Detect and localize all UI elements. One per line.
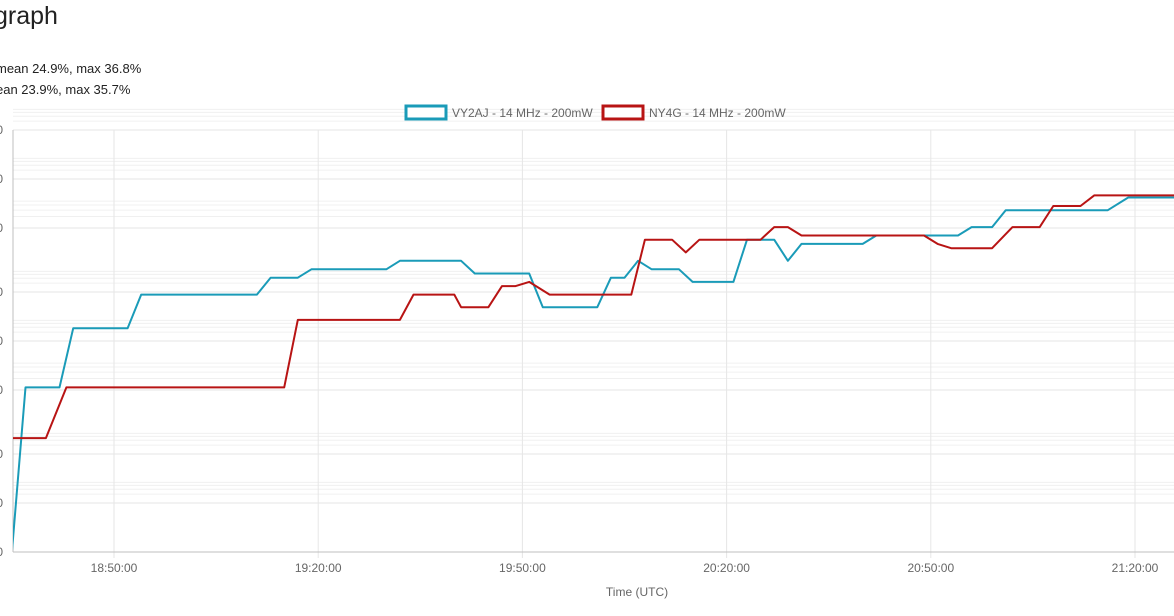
chart-grid	[13, 108, 1174, 558]
y-tick-label-6: 0	[0, 447, 3, 461]
x-tick-label-4: 20:20:00	[703, 561, 750, 575]
legend-swatch-1	[404, 104, 448, 121]
y-tick-label-8: 0	[0, 545, 3, 559]
x-tick-label-2: 19:20:00	[295, 561, 342, 575]
line-chart: VY2AJ - 14 MHz - 200mW NY4G - 14 MHz - 20…	[0, 104, 1174, 599]
chart-tick-labels: 00000000018:20:0018:50:0019:20:0019:50:0…	[0, 123, 1159, 575]
y-tick-label-0: 0	[0, 123, 3, 137]
chart-legend[interactable]: VY2AJ - 14 MHz - 200mW NY4G - 14 MHz - 20…	[404, 104, 786, 121]
legend-label-2: NY4G - 14 MHz - 200mW	[649, 106, 786, 120]
y-tick-label-4: 0	[0, 334, 3, 348]
y-tick-label-5: 0	[0, 383, 3, 397]
chart-page: graph mean 24.9%, max 36.8% ean 23.9%, m…	[0, 0, 1174, 616]
series-line-1	[13, 196, 1174, 551]
y-tick-label-3: 0	[0, 285, 3, 299]
legend-swatch-2	[601, 104, 645, 121]
series-line-2	[13, 194, 1174, 440]
y-tick-label-2: 0	[0, 221, 3, 235]
x-tick-label-5: 20:50:00	[907, 561, 954, 575]
legend-label-1: VY2AJ - 14 MHz - 200mW	[452, 106, 593, 120]
chart-series	[13, 194, 1174, 551]
y-tick-label-7: 0	[0, 496, 3, 510]
x-axis-label: Time (UTC)	[606, 585, 668, 599]
x-tick-label-6: 21:20:00	[1112, 561, 1159, 575]
y-tick-label-1: 0	[0, 172, 3, 186]
x-tick-label-1: 18:50:00	[91, 561, 138, 575]
x-tick-label-3: 19:50:00	[499, 561, 546, 575]
